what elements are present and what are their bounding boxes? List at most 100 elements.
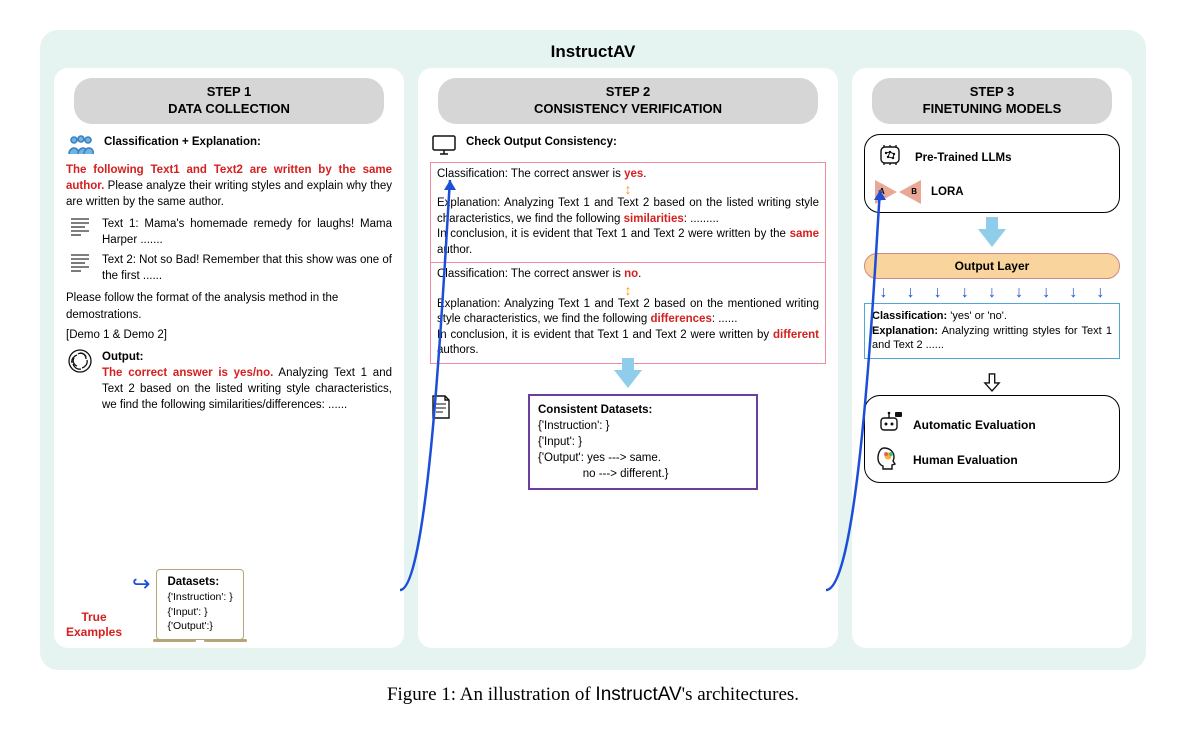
true-examples-label: True Examples [62, 610, 126, 640]
no-classification: Classification: The correct answer is no… [437, 267, 819, 283]
yes-concl-post: author. [437, 244, 472, 256]
step1-heading: Classification + Explanation: [104, 134, 261, 150]
updown-arrow-icon-2: ↕ [437, 283, 819, 297]
no-class-pre: Classification: The correct answer is [437, 268, 624, 280]
diagram-title: InstructAV [54, 42, 1132, 62]
no-class-ans: no [624, 268, 638, 280]
auto-eval-label: Automatic Evaluation [913, 418, 1036, 432]
monitor-icon [430, 134, 458, 156]
cd-line-3: no ---> different.} [538, 466, 748, 482]
yes-box: Classification: The correct answer is ye… [430, 162, 826, 364]
evaluation-card: Automatic Evaluation Human Evaluation [864, 395, 1120, 483]
down-arrow-icon-2 [978, 229, 1006, 247]
textlines-icon-2 [66, 252, 94, 272]
datasets-line-2: {'Output':} [167, 619, 232, 633]
class-label: Classification: [872, 310, 947, 322]
yes-conclusion: In conclusion, it is evident that Text 1… [437, 227, 819, 258]
datasets-area: True Examples ↪ Datasets: {'Instruction'… [62, 569, 396, 640]
datasets-title: Datasets: [167, 574, 232, 590]
yes-concl-key: same [790, 228, 819, 240]
classification-box: Classification: 'yes' or 'no'. Explanati… [864, 303, 1120, 360]
step2-panel: STEP 2 CONSISTENCY VERIFICATION Check Ou… [418, 68, 838, 648]
output-red: The correct answer is yes/no. [102, 367, 273, 379]
no-concl-pre: In conclusion, it is evident that Text 1… [437, 329, 773, 341]
yes-classification: Classification: The correct answer is ye… [437, 167, 819, 183]
cd-line-0: {'Instruction': } [538, 418, 748, 434]
robot-icon [875, 410, 903, 439]
loop-arrow-icon: ↪ [132, 573, 150, 595]
step2-header: STEP 2 CONSISTENCY VERIFICATION [438, 78, 818, 124]
step1-prompt: The following Text1 and Text2 are writte… [66, 162, 392, 210]
expl-label: Explanation: [872, 325, 938, 337]
text2: Text 2: Not so Bad! Remember that this s… [102, 252, 392, 284]
no-expl-key: differences [650, 313, 711, 325]
step2-heading: Check Output Consistency: [466, 134, 617, 150]
fanout-arrows: ↓↓↓↓↓↓↓↓↓ [864, 283, 1120, 303]
llm-label: Pre-Trained LLMs [915, 150, 1012, 166]
brain-icon [875, 143, 905, 174]
columns: STEP 1 DATA COLLECTION Classification + … [54, 68, 1132, 648]
yes-expl-post: : ......... [684, 213, 719, 225]
hollow-down-arrow-icon [983, 371, 1001, 389]
step3-header: STEP 3 FINETUNING MODELS [872, 78, 1112, 124]
caption-prefix: Figure 1: An illustration of [387, 684, 595, 705]
output-block: Output: The correct answer is yes/no. An… [102, 349, 392, 413]
text2-label: Text 2: [102, 254, 136, 266]
datasets-book: Datasets: {'Instruction': } {'Input': } … [156, 569, 243, 640]
text1-row: Text 1: Mama's homemade remedy for laugh… [66, 216, 392, 248]
step1-header-text: STEP 1 DATA COLLECTION [82, 84, 376, 118]
text1-label: Text 1: [102, 218, 139, 230]
no-conclusion: In conclusion, it is evident that Text 1… [437, 328, 819, 359]
datasets-line-0: {'Instruction': } [167, 590, 232, 604]
no-expl-post: : ...... [712, 313, 738, 325]
output-row: Output: The correct answer is yes/no. An… [66, 349, 392, 413]
cd-line-2: {'Output': yes ---> same. [538, 450, 748, 466]
step1-panel: STEP 1 DATA COLLECTION Classification + … [54, 68, 404, 648]
down-arrow-icon [614, 370, 642, 388]
text1: Text 1: Mama's homemade remedy for laugh… [102, 216, 392, 248]
lora-icon: AB [875, 180, 921, 204]
consistent-datasets-box: Consistent Datasets: {'Instruction': } {… [528, 394, 758, 490]
step2-header-text: STEP 2 CONSISTENCY VERIFICATION [446, 84, 810, 118]
lora-label: LORA [931, 184, 964, 200]
step1-header: STEP 1 DATA COLLECTION [74, 78, 384, 124]
doc-icon [430, 394, 452, 425]
step2-heading-row: Check Output Consistency: [430, 134, 826, 156]
textlines-icon [66, 216, 94, 236]
figure-caption: Figure 1: An illustration of InstructAV'… [40, 684, 1146, 706]
llm-card: Pre-Trained LLMs AB LORA [864, 134, 1120, 213]
text2-row: Text 2: Not so Bad! Remember that this s… [66, 252, 392, 284]
human-eval-label: Human Evaluation [913, 453, 1018, 467]
human-eval-row: Human Evaluation [875, 445, 1109, 474]
no-expl-pre: Explanation: Analyzing Text 1 and Text 2… [437, 298, 819, 326]
gpt-icon [66, 349, 94, 373]
text2-body: Not so Bad! Remember that this show was … [102, 254, 392, 282]
step1-prompt-rest: Please analyze their writing styles and … [66, 180, 392, 208]
no-concl-post: authors. [437, 344, 479, 356]
diagram-canvas: InstructAV STEP 1 DATA COLLECTION Classi… [40, 30, 1146, 670]
text1-body: Mama's homemade remedy for laughs! Mama … [102, 218, 392, 246]
cd-line-1: {'Input': } [538, 434, 748, 450]
people-icon [66, 134, 96, 156]
datasets-line-1: {'Input': } [167, 605, 232, 619]
demos: [Demo 1 & Demo 2] [66, 327, 392, 343]
caption-suffix: 's architectures. [682, 684, 799, 705]
follow-format: Please follow the format of the analysis… [66, 290, 392, 322]
cd-title: Consistent Datasets: [538, 402, 748, 418]
step3-header-text: STEP 3 FINETUNING MODELS [880, 84, 1104, 118]
lora-row: AB LORA [875, 180, 1109, 204]
updown-arrow-icon: ↕ [437, 182, 819, 196]
step1-heading-row: Classification + Explanation: [66, 134, 392, 156]
yes-concl-pre: In conclusion, it is evident that Text 1… [437, 228, 790, 240]
no-concl-key: different [773, 329, 819, 341]
no-explanation: Explanation: Analyzing Text 1 and Text 2… [437, 297, 819, 328]
yes-class-ans: yes [624, 168, 643, 180]
yes-explanation: Explanation: Analyzing Text 1 and Text 2… [437, 196, 819, 227]
consistent-datasets-row: Consistent Datasets: {'Instruction': } {… [430, 394, 826, 490]
class-vals: 'yes' or 'no'. [947, 310, 1007, 322]
auto-eval-row: Automatic Evaluation [875, 410, 1109, 439]
step3-panel: STEP 3 FINETUNING MODELS Pre-Trained LLM… [852, 68, 1132, 648]
yes-expl-key: similarities [624, 213, 684, 225]
pink-divider [431, 262, 825, 263]
human-head-icon [875, 445, 903, 474]
